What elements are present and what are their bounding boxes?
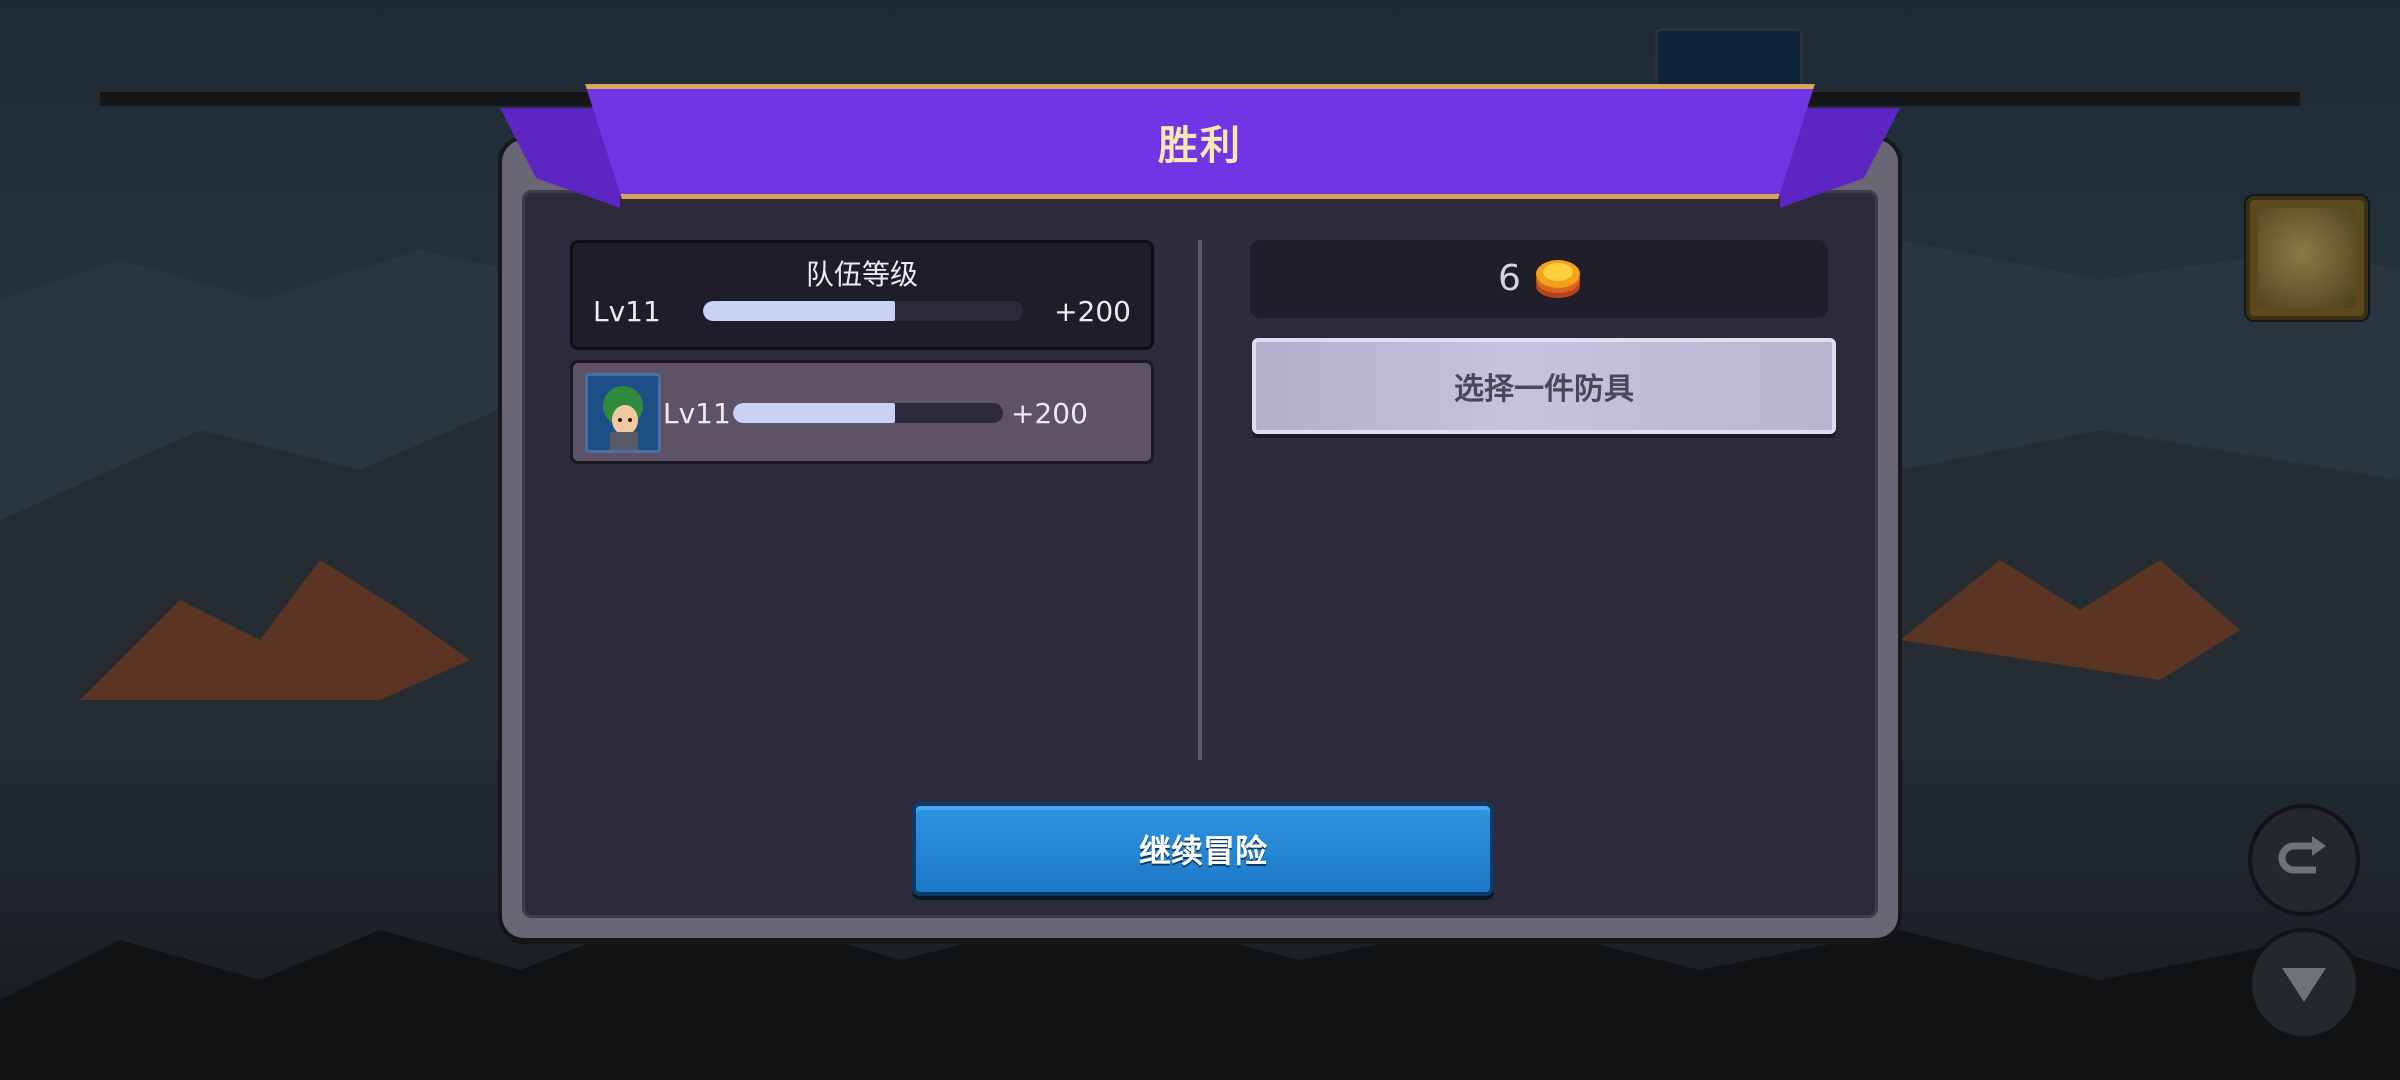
team-xp-gain: +200 bbox=[1054, 295, 1131, 328]
wolf-portrait-icon[interactable] bbox=[2246, 196, 2368, 320]
dialog-title: 胜利 bbox=[1158, 122, 1242, 169]
title-banner: 胜利 bbox=[585, 84, 1815, 199]
reward-panel: 6 bbox=[1250, 240, 1828, 318]
hero-level-panel: Lv11 +200 bbox=[570, 360, 1154, 464]
column-divider bbox=[1198, 240, 1202, 760]
team-level-title: 队伍等级 bbox=[805, 258, 918, 291]
team-level-label: Lv11 bbox=[593, 295, 661, 328]
gold-coin-icon bbox=[1536, 260, 1580, 298]
hero-xp-bar-fill bbox=[733, 403, 895, 423]
hero-level-label: Lv11 bbox=[663, 397, 731, 430]
team-level-panel: 队伍等级 Lv11 +200 bbox=[570, 240, 1154, 350]
continue-adventure-label: 继续冒险 bbox=[1138, 832, 1267, 870]
choose-armor-button[interactable]: 选择一件防具 bbox=[1252, 338, 1836, 434]
choose-armor-label: 选择一件防具 bbox=[1454, 372, 1634, 407]
chevron-down-icon[interactable] bbox=[2248, 928, 2360, 1040]
hero-xp-gain: +200 bbox=[1011, 397, 1088, 430]
redo-icon[interactable] bbox=[2248, 804, 2360, 916]
hero-portrait-icon bbox=[585, 373, 661, 453]
team-xp-bar bbox=[703, 301, 1023, 321]
continue-adventure-button[interactable]: 继续冒险 bbox=[912, 802, 1494, 896]
coin-count: 6 bbox=[1498, 258, 1521, 299]
hero-xp-bar bbox=[733, 403, 1003, 423]
team-xp-bar-fill bbox=[703, 301, 895, 321]
